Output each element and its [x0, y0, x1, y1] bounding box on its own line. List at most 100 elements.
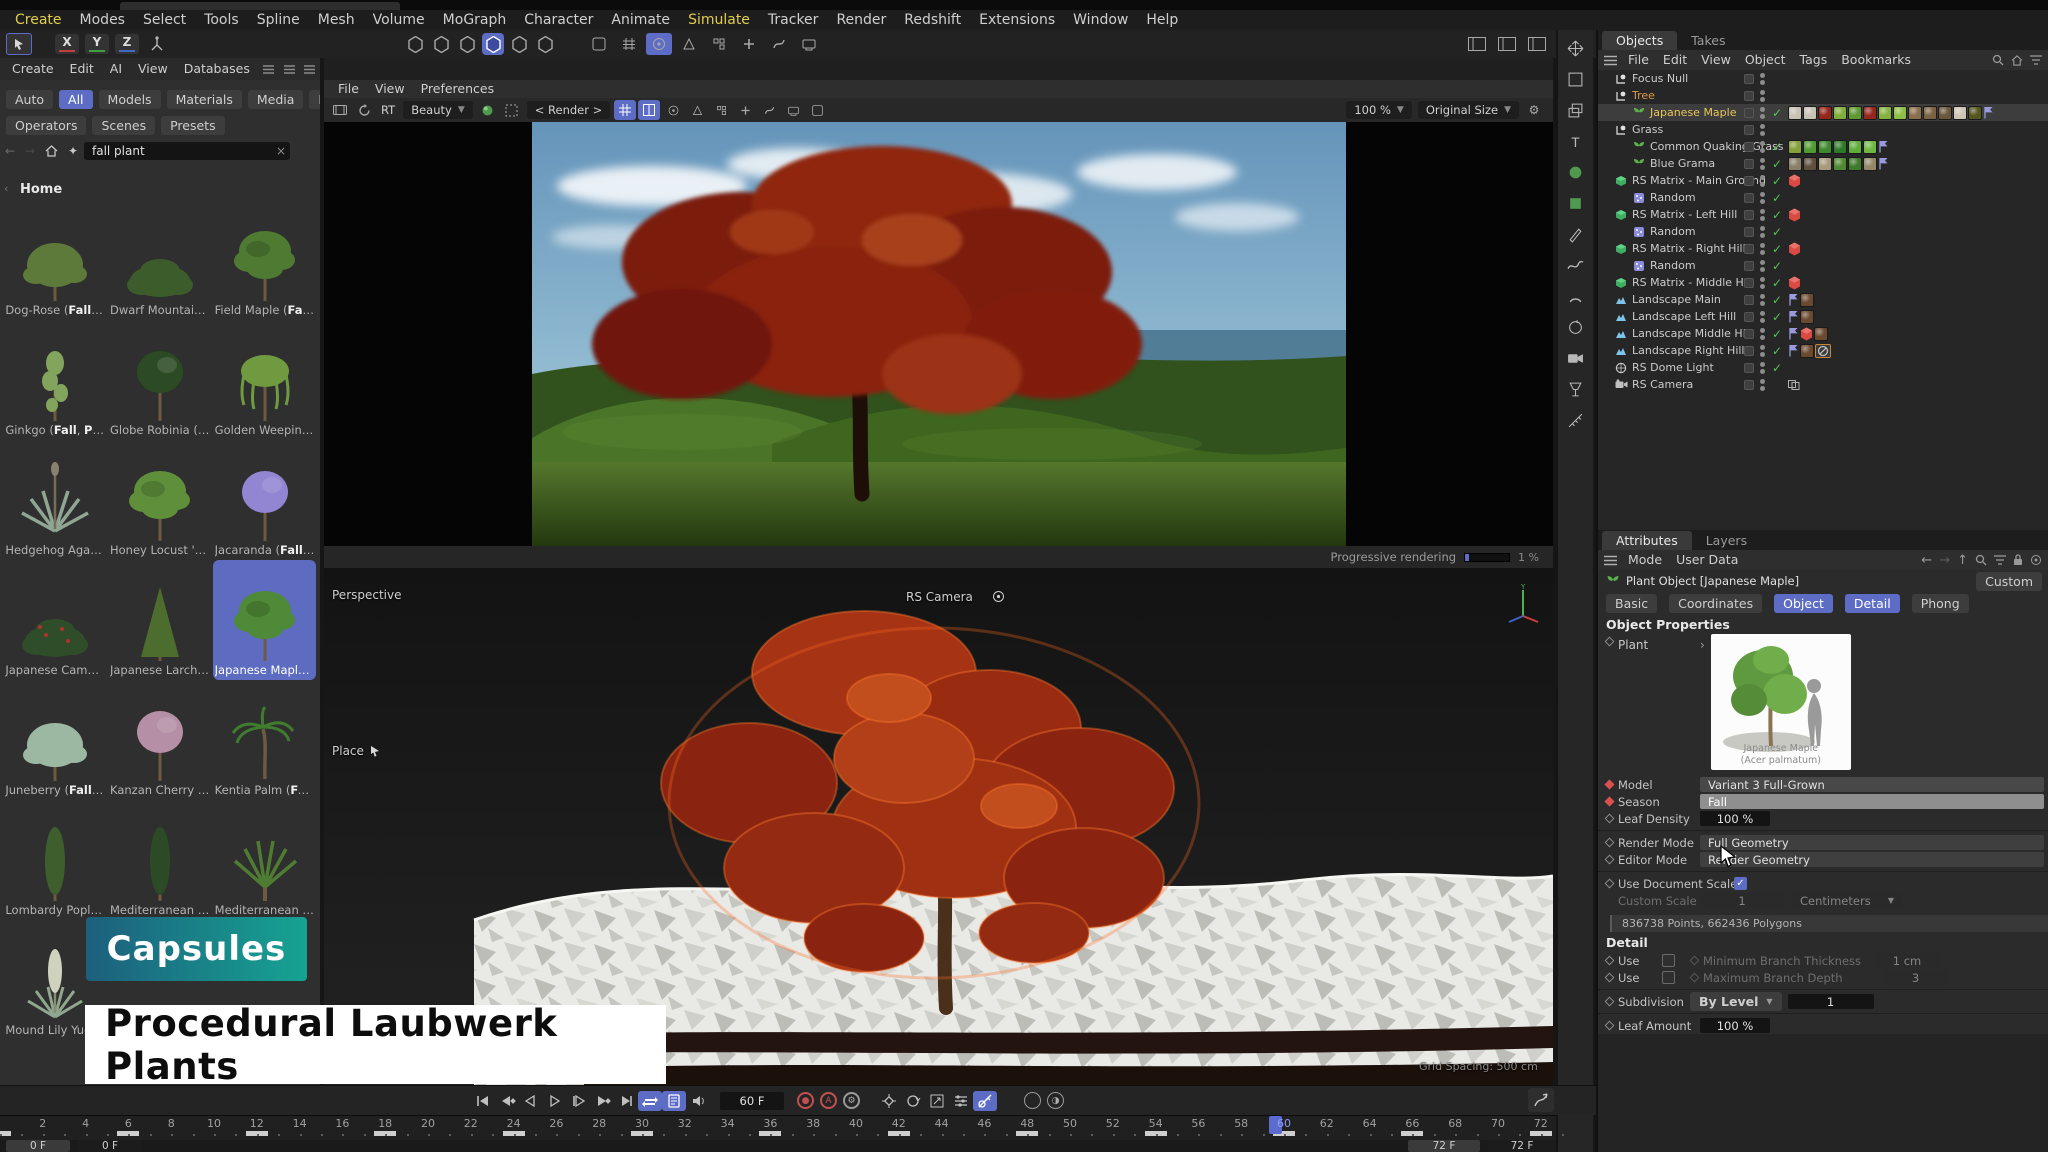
menubar-item-select[interactable]: Select [134, 10, 195, 30]
texture-swatch[interactable] [1818, 140, 1832, 154]
timeline-frame-label[interactable]: 4 [82, 1117, 89, 1130]
object-row[interactable]: Landscape Left Hill✓ [1598, 308, 2048, 325]
timeline-frame-label[interactable]: 10 [207, 1117, 221, 1130]
asset-menu-view[interactable]: View [130, 59, 176, 79]
timeline-frame-label[interactable]: 22 [464, 1117, 478, 1130]
enabled-check-icon[interactable]: ✓ [1772, 276, 1782, 290]
object-name[interactable]: RS Camera [1632, 378, 1693, 391]
om-menu-object[interactable]: Object [1738, 50, 1793, 70]
workplane-icon[interactable] [736, 33, 762, 55]
timeline-frame-label[interactable]: 28 [592, 1117, 606, 1130]
layout-3-icon[interactable] [1524, 33, 1550, 55]
menubar-item-volume[interactable]: Volume [364, 10, 434, 30]
asset-plant-tile[interactable]: Kanzan Cherry (Fall, Pl... [109, 680, 212, 800]
asset-plant-tile[interactable]: Kentia Palm (Fall, Plant) [213, 680, 316, 800]
solo-on-button[interactable]: ◑ [1047, 1092, 1064, 1109]
object-name[interactable]: Tree [1632, 89, 1655, 102]
list-view-icon[interactable] [284, 64, 295, 75]
key-parameter-icon[interactable] [949, 1091, 973, 1111]
layer-toggle[interactable] [1744, 244, 1754, 254]
asset-menu-databases[interactable]: Databases [176, 59, 258, 79]
asset-plant-tile[interactable]: Mediterranean Cypres... [109, 800, 212, 920]
texture-swatch[interactable] [1788, 157, 1802, 171]
filter-materials[interactable]: Materials [167, 90, 242, 109]
model-dropdown[interactable]: Variant 3 Full-Grown [1700, 777, 2044, 792]
attr-tab-phong[interactable]: Phong [1912, 594, 1969, 613]
texture-swatch[interactable] [1803, 140, 1817, 154]
menubar-item-create[interactable]: Create [6, 10, 71, 30]
visibility-dots[interactable] [1760, 107, 1765, 119]
asset-plant-tile[interactable]: Field Maple (Fall, Plant) [213, 200, 316, 320]
key-rotation-icon[interactable] [901, 1091, 925, 1111]
layer-toggle[interactable] [1744, 329, 1754, 339]
filter-auto[interactable]: Auto [6, 90, 53, 109]
menubar-item-modes[interactable]: Modes [71, 10, 134, 30]
om-home-icon[interactable] [2011, 55, 2023, 66]
grid-compare-icon[interactable] [614, 100, 636, 120]
object-row[interactable]: Tree [1598, 87, 2048, 104]
no-tag-icon[interactable] [1815, 344, 1831, 358]
prev-key-button[interactable] [494, 1091, 518, 1111]
texture-swatch[interactable] [1848, 106, 1862, 120]
snowflake-icon[interactable] [662, 100, 684, 120]
visibility-dots[interactable] [1760, 362, 1765, 374]
om-filter-icon[interactable] [2030, 55, 2042, 65]
om-menu-edit[interactable]: Edit [1656, 50, 1694, 70]
object-name[interactable]: Landscape Main [1632, 293, 1721, 306]
redshift-mode-icon-0[interactable] [404, 33, 426, 55]
texture-swatch[interactable] [1923, 106, 1937, 120]
visibility-dots[interactable] [1760, 311, 1765, 323]
next-frame-button[interactable] [566, 1091, 590, 1111]
asset-plant-tile[interactable]: Honey Locust 'Sunbur... [109, 440, 212, 560]
asset-menu-ai[interactable]: AI [102, 59, 130, 79]
render-view-menu-view[interactable]: View [367, 79, 413, 99]
asset-plant-tile[interactable]: Japanese Larch (Fall, Pl... [109, 560, 212, 680]
texture-swatch[interactable] [1814, 327, 1828, 341]
timeline-frame-label[interactable]: 8 [168, 1117, 175, 1130]
max-branch-field[interactable]: 3 [1884, 970, 1948, 985]
place-tool-label[interactable]: Place [332, 744, 381, 758]
enabled-check-icon[interactable]: ✓ [1772, 259, 1782, 273]
attr-lock-icon[interactable] [2013, 554, 2023, 566]
object-name[interactable]: Random [1650, 191, 1696, 204]
om-menu-tags[interactable]: Tags [1793, 50, 1835, 70]
enabled-check-icon[interactable]: ✓ [1772, 242, 1782, 256]
object-row[interactable]: Random✓ [1598, 189, 2048, 206]
attr-forward-icon[interactable]: → [1939, 553, 1950, 568]
asset-plant-tile[interactable]: Dog-Rose (Fall, Plant) [4, 200, 107, 320]
tab-layers[interactable]: Layers [1692, 531, 1761, 550]
render-setting-dropdown[interactable]: < Render > [527, 101, 611, 119]
visibility-dots[interactable] [1760, 328, 1765, 340]
rs-tag-icon[interactable] [1788, 208, 1801, 222]
menubar-item-tracker[interactable]: Tracker [759, 10, 828, 30]
asset-plant-tile[interactable]: Japanese Camellia (Fal... [4, 560, 107, 680]
filter-media[interactable]: Media [248, 90, 304, 109]
leaf-density-field[interactable]: 100 % [1700, 811, 1770, 826]
plant-expand-chevron[interactable]: › [1700, 638, 1705, 776]
rs-tag-icon[interactable] [1788, 174, 1801, 188]
visibility-dots[interactable] [1760, 141, 1765, 153]
range-end-field-2[interactable]: 72 F [1488, 1140, 1556, 1152]
cam-tag-icon[interactable] [1788, 380, 1800, 390]
texture-swatch[interactable] [1863, 106, 1877, 120]
enabled-check-icon[interactable]: ✓ [1772, 293, 1782, 307]
texture-swatch[interactable] [1833, 106, 1847, 120]
refresh-icon[interactable] [353, 100, 375, 120]
enabled-check-icon[interactable]: ✓ [1772, 361, 1782, 375]
timeline-frame-label[interactable]: 34 [721, 1117, 735, 1130]
menubar-item-window[interactable]: Window [1064, 10, 1137, 30]
layer-toggle[interactable] [1744, 380, 1754, 390]
timeline-frame-label[interactable]: 12 [250, 1117, 264, 1130]
om-menu-view[interactable]: View [1694, 50, 1738, 70]
goto-end-button[interactable] [614, 1091, 638, 1111]
key-off-icon[interactable] [973, 1091, 997, 1111]
plane-tool-icon[interactable] [1561, 66, 1591, 92]
zoom-dropdown[interactable]: 100 %▼ [1346, 101, 1411, 119]
timeline-frame-label[interactable]: 26 [549, 1117, 563, 1130]
object-name[interactable]: Focus Null [1632, 72, 1688, 85]
flag-tag-icon[interactable] [1788, 293, 1799, 306]
collapse-section-icon[interactable]: ‹ [4, 182, 8, 195]
layer-toggle[interactable] [1744, 227, 1754, 237]
info-icon[interactable] [806, 100, 828, 120]
object-row[interactable]: Grass [1598, 121, 2048, 138]
